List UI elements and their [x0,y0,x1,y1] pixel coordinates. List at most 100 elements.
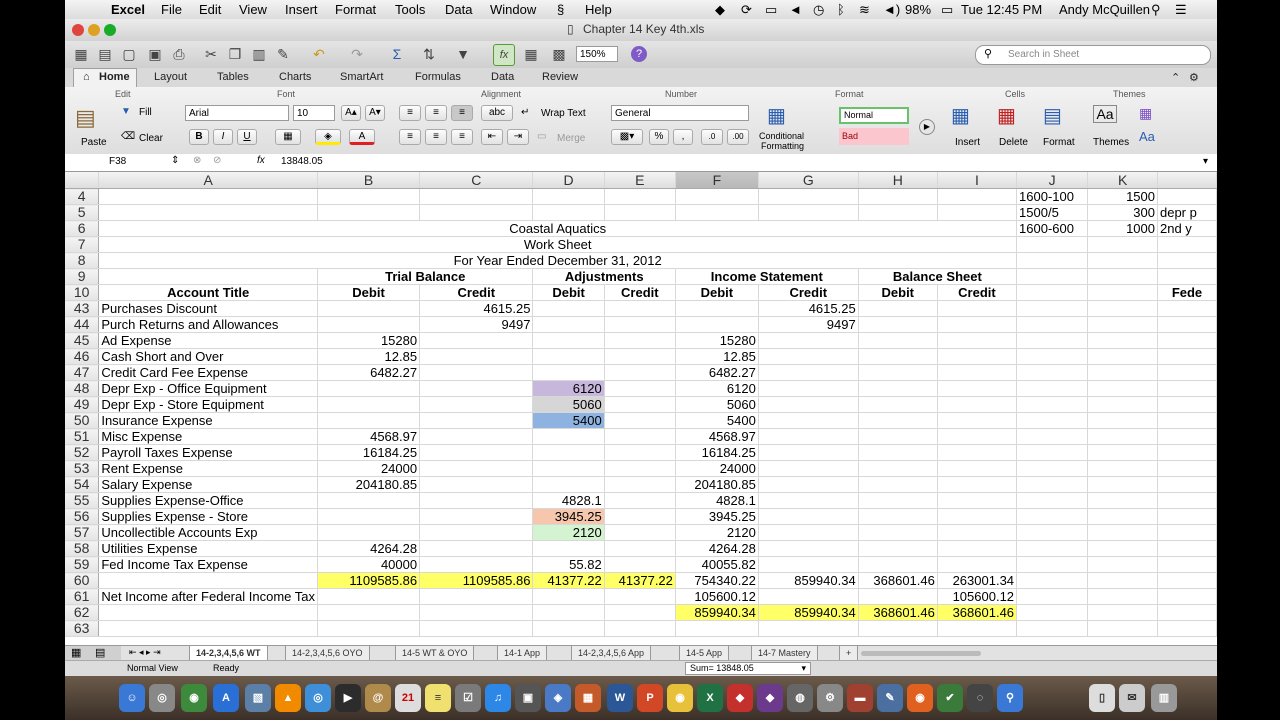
cell-l[interactable]: 2nd y [1157,220,1217,237]
cell-i[interactable]: 368601.46 [937,604,1018,621]
zoom-select[interactable]: 150% [576,46,618,62]
cell-g[interactable] [758,412,859,429]
cell-c[interactable] [419,380,534,397]
row-header[interactable]: 51 [65,428,100,445]
add-sheet-button[interactable]: + [839,646,859,661]
orientation-button[interactable]: abc [481,105,513,121]
decrease-decimal-button[interactable]: .00 [727,129,749,145]
sort-icon[interactable]: ⇅ [419,44,439,64]
conditional-formatting-icon[interactable]: ▦ [767,103,786,128]
cell-a[interactable]: Account Title [98,284,318,301]
downloads-stack-icon[interactable]: ✉ [1119,684,1145,712]
cell-a[interactable]: Payroll Taxes Expense [98,444,318,461]
cell-c[interactable] [419,508,534,525]
cell-i[interactable]: Credit [937,284,1018,301]
page-layout-view-icon[interactable]: ▤ [95,646,105,659]
cell-h[interactable] [858,300,938,317]
cell-f[interactable] [675,316,759,333]
cell-h[interactable] [858,396,938,413]
cell-f[interactable] [675,188,759,205]
row-header[interactable]: 56 [65,508,100,525]
cut-icon[interactable]: ✂ [201,44,221,64]
cell-j[interactable] [1016,396,1089,413]
increase-indent-button[interactable]: ⇥ [507,129,529,145]
cell-j[interactable] [1016,300,1089,317]
cell-l[interactable] [1157,604,1217,621]
cell-a[interactable]: Credit Card Fee Expense [98,364,318,381]
cell-h[interactable] [858,316,938,333]
worksheet-title-cell[interactable]: For Year Ended December 31, 2012 [98,252,1018,269]
cell-i[interactable] [937,492,1018,509]
style-bad[interactable]: Bad [839,128,909,145]
cell-f[interactable]: 5400 [675,412,759,429]
cell-c[interactable] [419,188,534,205]
menu-insert[interactable]: Insert [285,2,318,17]
cell-h[interactable] [858,524,938,541]
cell-c[interactable] [419,492,534,509]
cell-a[interactable]: Insurance Expense [98,412,318,429]
sheet-tab[interactable]: 14-2,3,4,5,6 OYO [285,646,370,661]
spotlight-icon[interactable]: ⚲ [1151,2,1161,18]
menu-window[interactable]: Window [490,2,536,17]
cell-d[interactable] [532,540,605,557]
column-header-j[interactable]: J [1016,172,1089,189]
cell-g[interactable] [758,348,859,365]
save-icon[interactable]: ▣ [145,44,165,64]
cell-d[interactable]: 55.82 [532,556,605,573]
cell-k[interactable] [1087,396,1158,413]
cell-k[interactable] [1087,524,1158,541]
cell-g[interactable]: 859940.34 [758,604,859,621]
cell-k[interactable] [1087,428,1158,445]
cell-g[interactable] [758,188,859,205]
theme-colors-icon[interactable]: ▦ [1139,105,1152,122]
comma-format-button[interactable]: , [673,129,693,145]
styles-more-icon[interactable]: ▶ [919,119,935,135]
cell-j[interactable]: 1500/5 [1016,204,1089,221]
cell-i[interactable] [937,316,1018,333]
confirm-entry-icon[interactable]: ⊘ [213,155,221,166]
italic-button[interactable]: I [213,129,233,145]
cell-l[interactable] [1157,476,1217,493]
menu-app-name[interactable]: Excel [111,2,145,17]
merge-icon[interactable]: ▭ [537,131,546,142]
cell-l[interactable] [1157,540,1217,557]
cell-l[interactable] [1157,332,1217,349]
reminders-icon[interactable]: ☑ [455,684,481,712]
cell-c[interactable]: 1109585.86 [419,572,534,589]
cell-j[interactable] [1016,332,1089,349]
cell-d[interactable] [532,428,605,445]
worksheet-title-cell[interactable]: Work Sheet [98,236,1018,253]
menu-help[interactable]: Help [585,2,612,17]
menu-user[interactable]: Andy McQuillen [1059,2,1150,17]
cell-l[interactable] [1157,396,1217,413]
sheet-nav-icon[interactable]: ⇤ ◂ ▸ ⇥ [129,647,161,658]
bold-button[interactable]: B [189,129,209,145]
cell-b[interactable] [317,396,421,413]
cell-e[interactable] [604,460,676,477]
new-workbook-icon[interactable]: ▦ [71,44,91,64]
cell-j[interactable] [1016,620,1089,637]
dashboard-icon[interactable]: ◉ [181,684,207,712]
cell-i[interactable] [937,524,1018,541]
redo-icon[interactable]: ↷ [347,44,367,64]
cell-d[interactable]: 5060 [532,396,605,413]
themes-label[interactable]: Themes [1093,137,1129,148]
cell-k[interactable]: 300 [1087,204,1158,221]
cell-a[interactable]: Supplies Expense - Store [98,508,318,525]
minimize-window-button[interactable] [88,24,100,36]
insert-cells-label[interactable]: Insert [955,137,980,148]
clear-button[interactable]: Clear [139,133,163,144]
cell-d[interactable]: 5400 [532,412,605,429]
cell-a[interactable]: Salary Expense [98,476,318,493]
row-header[interactable]: 60 [65,572,100,589]
cell-h[interactable] [858,476,938,493]
tab-tables[interactable]: Tables [217,71,249,83]
wrap-text-icon[interactable]: ↵ [521,107,529,118]
cell-f[interactable]: 105600.12 [675,588,759,605]
column-header-b[interactable]: B [317,172,421,189]
cell-g[interactable] [758,508,859,525]
contacts-icon[interactable]: @ [365,684,391,712]
airplay-icon[interactable]: ▭ [765,2,777,18]
cell-g[interactable] [758,524,859,541]
cell-a[interactable]: Purchases Discount [98,300,318,317]
